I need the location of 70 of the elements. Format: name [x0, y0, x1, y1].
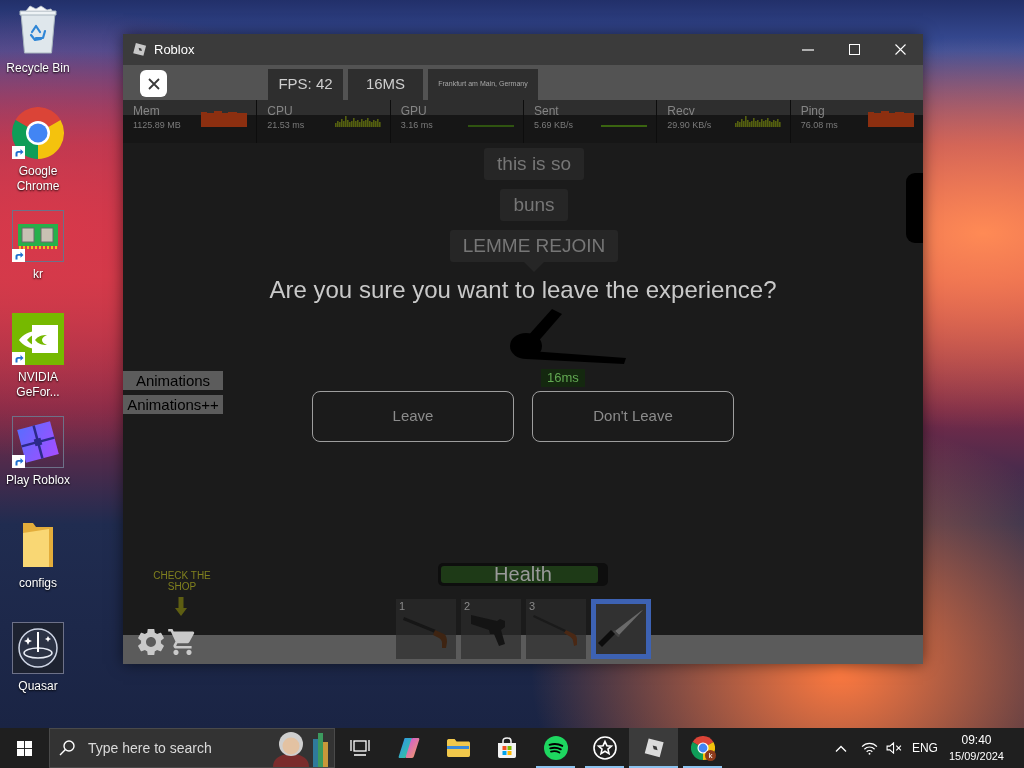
stat-label: Ping — [800, 104, 826, 118]
task-view-icon — [349, 739, 370, 757]
profile-badge: k — [705, 750, 716, 761]
stat-value: 1125.89 MB — [133, 120, 181, 131]
copilot-icon — [396, 736, 421, 760]
down-arrow-icon — [175, 597, 187, 616]
chrome-icon[interactable] — [12, 107, 64, 159]
desktop-icon-label[interactable]: Play Roblox — [6, 473, 70, 488]
store-bag-icon — [495, 737, 518, 759]
chat-bubble: buns — [500, 189, 568, 221]
spotify-icon — [543, 736, 568, 760]
health-label: Health — [494, 563, 552, 586]
folder-icon[interactable] — [21, 521, 55, 569]
search-icon — [59, 740, 75, 756]
hotbar-slot[interactable]: 1 — [396, 599, 456, 659]
stat-value: 21.53 ms — [267, 120, 305, 131]
player-name-tag: 16ms — [541, 369, 585, 387]
knife-icon — [597, 609, 645, 649]
stay-button[interactable]: Don't Leave — [532, 391, 734, 442]
shop-hint: CHECK THE SHOP — [152, 570, 212, 592]
leave-button[interactable]: Leave — [312, 391, 514, 442]
hotbar-slot[interactable]: 2 — [461, 599, 521, 659]
close-icon — [147, 77, 160, 90]
recycle-bin-icon[interactable] — [16, 5, 60, 55]
desktop-icon-label[interactable]: NVIDIA GeFor... — [1, 370, 75, 400]
clock-date[interactable]: 15/09/2024 — [948, 748, 1004, 764]
slot-number: 1 — [399, 600, 406, 612]
desktop-icon-label[interactable]: Google Chrome — [1, 164, 75, 194]
clock-time[interactable]: 09:40 — [961, 732, 992, 748]
chevron-up-icon[interactable] — [834, 744, 847, 752]
stat-value: 76.08 ms — [800, 120, 838, 131]
volume-muted-icon[interactable] — [885, 742, 902, 754]
window-title: Roblox — [154, 40, 195, 59]
stat-value: 5.69 KB/s — [534, 120, 573, 131]
slot-number: 2 — [464, 600, 471, 612]
stat-label: Sent — [534, 104, 560, 118]
cart-icon[interactable] — [168, 629, 197, 655]
wifi-icon[interactable] — [860, 741, 878, 755]
windows-logo-icon — [16, 740, 32, 756]
dialog-question: Are you sure you want to leave the experience? — [269, 276, 777, 304]
stat-value: 29.90 KB/s — [667, 120, 712, 131]
desktop-icon-label[interactable]: kr — [33, 267, 43, 282]
slot-number: 3 — [529, 600, 536, 612]
swirl-logo-icon[interactable] — [12, 622, 64, 674]
side-panel-handle[interactable] — [906, 173, 923, 243]
hotbar-slot[interactable]: 3 — [526, 599, 586, 659]
stat-label: Recv — [667, 104, 696, 118]
ping-counter: 16MS — [348, 69, 423, 100]
roblox-icon — [132, 42, 147, 57]
maximize-icon — [848, 44, 860, 55]
settings-icon[interactable] — [138, 629, 164, 655]
hotbar-slot[interactable] — [591, 599, 651, 659]
desktop-icon-label[interactable]: configs — [19, 576, 57, 591]
folder-icon — [445, 738, 470, 758]
stat-label: Mem — [133, 104, 161, 118]
desktop-icon-label[interactable]: Recycle Bin — [6, 61, 70, 76]
stat-label: GPU — [400, 104, 428, 118]
stat-label: CPU — [267, 104, 294, 118]
language-indicator[interactable]: ENG — [911, 739, 938, 757]
roblox-icon — [642, 737, 665, 759]
close-icon — [894, 44, 906, 55]
menu-close-button[interactable] — [140, 70, 167, 97]
stat-value: 3.16 ms — [400, 120, 433, 131]
fps-counter: FPS: 42 — [268, 69, 343, 100]
minimize-icon — [802, 48, 814, 51]
star-circle-icon — [592, 736, 617, 760]
taskbar-app-button[interactable]: k — [678, 728, 727, 768]
chat-bubble: this is so — [484, 148, 584, 180]
taskbar-app-button[interactable] — [629, 728, 678, 768]
desktop-icon-label[interactable]: Quasar — [18, 679, 58, 694]
